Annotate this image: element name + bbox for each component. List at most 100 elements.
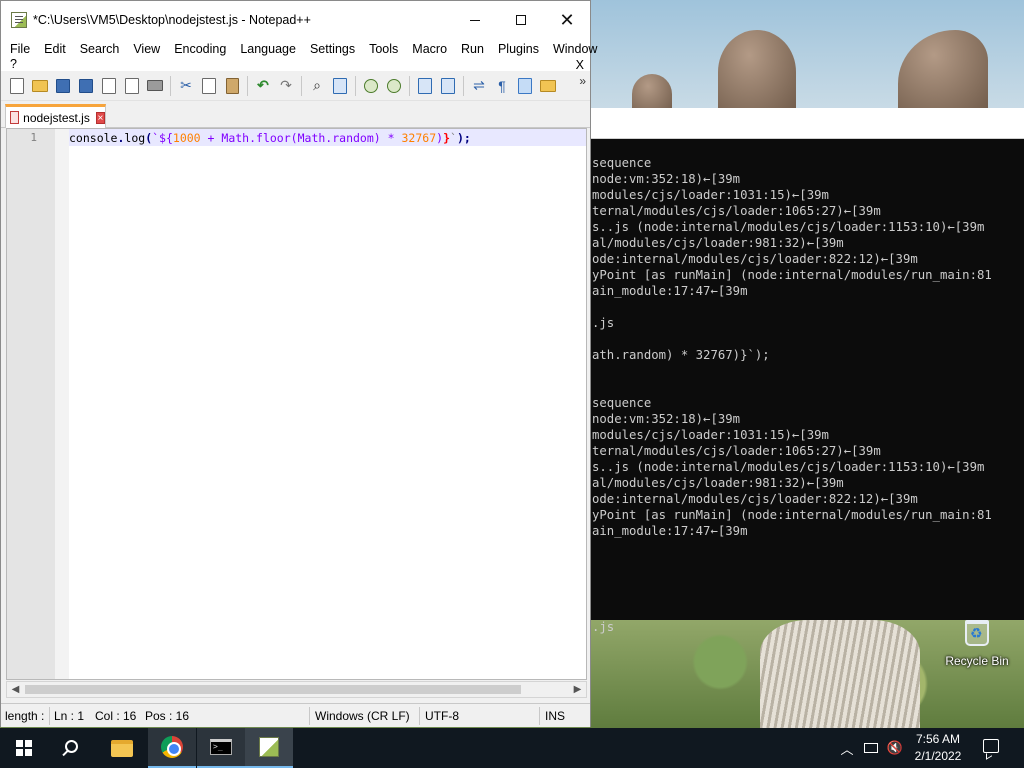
scrollbar-thumb[interactable] (25, 685, 521, 694)
recycle-bin-label: Recycle Bin (945, 654, 1009, 668)
scissors-icon: ✂ (180, 77, 192, 93)
print-button[interactable] (145, 76, 165, 96)
show-all-chars-button[interactable]: ¶ (492, 76, 512, 96)
redo-button[interactable]: ↷ (276, 76, 296, 96)
toolbar-overflow-chevron-icon[interactable]: » (579, 74, 586, 88)
save-all-button[interactable] (76, 76, 96, 96)
close-file-button[interactable] (99, 76, 119, 96)
unsaved-file-icon (10, 111, 20, 124)
toolbar-separator (301, 75, 302, 96)
console-line: node:vm:352:18)←[39m (592, 172, 741, 186)
search-icon (64, 740, 78, 753)
tab-nodejstest[interactable]: nodejstest.js × (5, 104, 106, 128)
code-token: 32767 (401, 131, 437, 145)
console-output: sequence node:vm:352:18)←[39m modules/cjs/… (592, 155, 992, 635)
code-token: * (380, 131, 402, 145)
save-all-icon (79, 78, 93, 93)
recycle-bin[interactable]: Recycle Bin (942, 620, 1012, 668)
show-hidden-icons-button[interactable]: ︿ (838, 728, 856, 768)
menu-help[interactable]: ? (10, 57, 17, 71)
console-line: ain_module:17:47←[39m (592, 284, 748, 298)
undo-button[interactable]: ↶ (253, 76, 273, 96)
console-window[interactable]: sequence node:vm:352:18)←[39m modules/cjs/… (590, 108, 1024, 634)
paste-button[interactable] (222, 76, 242, 96)
maximize-icon (516, 15, 526, 25)
code-token: + (200, 131, 222, 145)
cut-button[interactable]: ✂ (176, 76, 196, 96)
save-button[interactable] (53, 76, 73, 96)
console-line: modules/cjs/loader:1031:15)←[39m (592, 428, 829, 442)
console-titlebar[interactable] (590, 108, 1024, 139)
taskbar-command-prompt[interactable]: >_ (197, 728, 245, 768)
editor-area[interactable]: 1 console.log(`${1000 + Math.floor(Math.… (6, 128, 587, 680)
menu-encoding[interactable]: Encoding (167, 42, 233, 56)
scroll-right-arrow-icon[interactable]: ▶ (569, 682, 586, 697)
menu-macro[interactable]: Macro (405, 42, 454, 56)
title-bar[interactable]: *C:\Users\VM5\Desktop\nodejstest.js - No… (1, 1, 590, 39)
minimize-button[interactable] (452, 1, 498, 39)
menu-window[interactable]: Window (546, 42, 604, 56)
console-line: ternal/modules/cjs/loader:1065:27)←[39m (592, 204, 881, 218)
toolbar-separator (355, 75, 356, 96)
scroll-left-arrow-icon[interactable]: ◀ (7, 682, 24, 697)
window-controls: ✕ (452, 1, 590, 39)
clock-date: 2/1/2022 (914, 749, 962, 763)
start-button[interactable] (0, 728, 48, 768)
network-status-button[interactable] (860, 728, 882, 768)
windows-logo-icon (16, 740, 32, 756)
menu-file[interactable]: File (3, 42, 37, 56)
maximize-button[interactable] (498, 1, 544, 39)
search-button[interactable] (48, 728, 96, 768)
taskbar-notepad-plus-plus[interactable] (245, 728, 293, 768)
zoom-out-button[interactable] (384, 76, 404, 96)
taskbar-file-explorer[interactable] (98, 728, 146, 768)
open-file-button[interactable] (30, 76, 50, 96)
menu-run[interactable]: Run (454, 42, 491, 56)
undo-icon: ↶ (257, 77, 269, 93)
menu-language[interactable]: Language (233, 42, 303, 56)
word-wrap-button[interactable]: ⇌ (469, 76, 489, 96)
code-token: log (124, 131, 146, 145)
taskbar-chrome[interactable] (148, 728, 196, 768)
sync-horizontal-button[interactable] (438, 76, 458, 96)
toolbar-separator (409, 75, 410, 96)
close-document-button[interactable]: X (576, 58, 584, 72)
copy-button[interactable] (199, 76, 219, 96)
code-line[interactable]: console.log(`${1000 + Math.floor(Math.ra… (69, 130, 471, 146)
find-button[interactable]: ⌕ (307, 76, 327, 96)
replace-button[interactable] (330, 76, 350, 96)
clock[interactable]: 7:56 AM 2/1/2022 (900, 731, 976, 765)
menu-tools[interactable]: Tools (362, 42, 405, 56)
indent-guide-button[interactable] (515, 76, 535, 96)
status-eol: Windows (CR LF) (315, 709, 410, 723)
close-button[interactable]: ✕ (544, 1, 590, 39)
new-file-button[interactable] (7, 76, 27, 96)
taskbar: >_ ︿ 🔇 7:56 AM 2/1/2022 (0, 728, 1024, 768)
code-token: console (69, 131, 118, 145)
status-insert-mode: INS (545, 709, 566, 723)
sync-vertical-button[interactable] (415, 76, 435, 96)
menu-search[interactable]: Search (73, 42, 127, 56)
menu-plugins[interactable]: Plugins (491, 42, 546, 56)
menu-settings[interactable]: Settings (303, 42, 362, 56)
zoom-in-button[interactable] (361, 76, 381, 96)
function-list-button[interactable] (538, 76, 558, 96)
console-line: al/modules/cjs/loader:981:32)←[39m (592, 476, 844, 490)
menu-edit[interactable]: Edit (37, 42, 73, 56)
tab-close-icon[interactable]: × (95, 111, 105, 124)
horizontal-scrollbar[interactable]: ◀ ▶ (6, 681, 587, 698)
word-wrap-icon: ⇌ (473, 77, 485, 93)
line-number-gutter (7, 129, 55, 679)
code-token: 1000 (172, 131, 201, 145)
notepad-plus-plus-window[interactable]: *C:\Users\VM5\Desktop\nodejstest.js - No… (0, 0, 597, 727)
pilcrow-icon: ¶ (498, 77, 506, 94)
notepad-app-icon[interactable] (11, 12, 27, 28)
status-encoding: UTF-8 (425, 709, 459, 723)
close-all-button[interactable] (122, 76, 142, 96)
tab-label: nodejstest.js (23, 110, 90, 125)
notifications-icon[interactable] (983, 739, 999, 753)
menu-view[interactable]: View (126, 42, 167, 56)
code-token: Math (221, 131, 250, 145)
